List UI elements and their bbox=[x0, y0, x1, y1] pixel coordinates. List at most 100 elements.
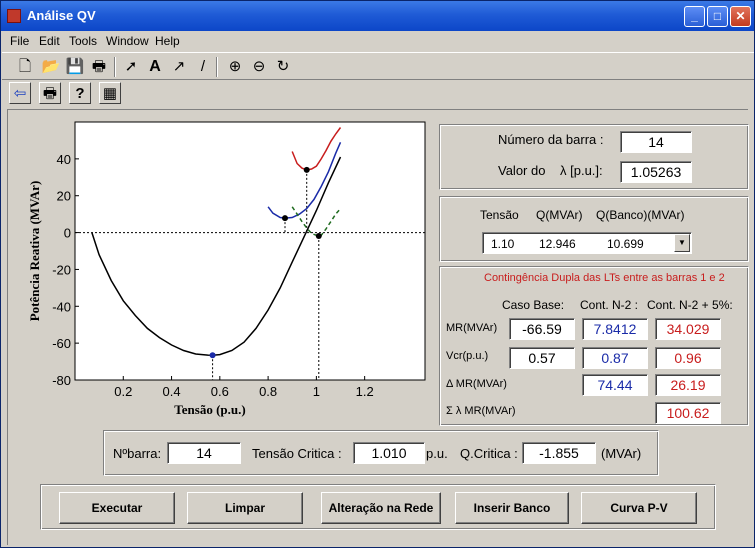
vcr-n2-field[interactable]: 0.87 bbox=[582, 347, 648, 369]
sum-lambda-mr-field[interactable]: 100.62 bbox=[655, 402, 721, 424]
tensao-critica-field[interactable]: 1.010 bbox=[353, 442, 425, 464]
menu-tools[interactable]: Tools bbox=[69, 34, 97, 48]
select-qbanco: 10.699 bbox=[607, 237, 644, 251]
line-icon[interactable]: / bbox=[192, 56, 214, 78]
menu-window[interactable]: Window bbox=[106, 34, 149, 48]
valor-label: Valor do bbox=[498, 163, 546, 178]
menu-help[interactable]: Help bbox=[155, 34, 180, 48]
col-n2-label: Cont. N-2 : bbox=[580, 298, 639, 312]
calculator-icon[interactable]: ▦ bbox=[99, 82, 121, 104]
nbarra-field[interactable]: 14 bbox=[167, 442, 241, 464]
arrow-icon[interactable]: ↗ bbox=[168, 56, 190, 78]
y-tick-label: -80 bbox=[52, 373, 71, 388]
x-tick-label: 0.4 bbox=[163, 384, 181, 399]
numero-field[interactable]: 14 bbox=[620, 131, 692, 153]
toolbar-separator bbox=[216, 57, 218, 77]
table-select[interactable]: 1.10 12.946 10.699 ▼ bbox=[482, 232, 692, 254]
qv-chart: 0.2 0.4 0.6 0.8 1 1.2 -80 -60 -40 -20 0 20 40 Tensão … bbox=[27, 121, 426, 417]
numero-label: Número da barra : bbox=[498, 132, 604, 147]
zoom-out-icon[interactable]: ⊖ bbox=[248, 56, 270, 78]
minimize-button[interactable]: _ bbox=[684, 6, 705, 27]
tensao-critica-label: Tensão Critica : bbox=[252, 446, 342, 461]
alteracao-rede-button[interactable]: Alteração na Rede bbox=[321, 492, 441, 524]
text-icon[interactable]: A bbox=[144, 56, 166, 78]
lambda-label: λ [p.u.]: bbox=[560, 163, 603, 178]
contingency-title: Contingência Dupla das LTs entre as barr… bbox=[484, 272, 725, 284]
print-icon[interactable]: 🖶 bbox=[39, 82, 61, 104]
rotate-icon[interactable]: ↻ bbox=[272, 56, 294, 78]
vcr-n2p-field[interactable]: 0.96 bbox=[655, 347, 721, 369]
open-file-icon[interactable]: 📂 bbox=[40, 56, 62, 78]
menu-edit[interactable]: Edit bbox=[39, 34, 60, 48]
q-header: Q(MVAr) bbox=[536, 208, 583, 222]
critical-point-marker bbox=[303, 166, 310, 173]
y-tick-label: -40 bbox=[52, 299, 71, 314]
print-icon[interactable]: 🖶 bbox=[88, 56, 110, 78]
matlab-logo-icon bbox=[7, 9, 21, 23]
panel-table: Tensão Q(MVAr) Q(Banco)(MVAr) 1.10 12.94… bbox=[439, 196, 749, 262]
x-tick-label: 0.8 bbox=[259, 384, 277, 399]
critical-point-marker bbox=[315, 232, 322, 239]
delta-mr-n2p-field[interactable]: 26.19 bbox=[655, 374, 721, 396]
curva-pv-button[interactable]: Curva P-V bbox=[581, 492, 697, 524]
x-tick-label: 0.2 bbox=[114, 384, 132, 399]
col-base-label: Caso Base: bbox=[502, 298, 565, 312]
lambda-field[interactable]: 1.05263 bbox=[620, 161, 692, 183]
y-tick-label: -60 bbox=[52, 336, 71, 351]
mr-n2p-field[interactable]: 34.029 bbox=[655, 318, 721, 340]
mr-n2-field[interactable]: 7.8412 bbox=[582, 318, 648, 340]
y-axis-label: Potência Reativa (MVAr) bbox=[27, 181, 42, 322]
pu-label: p.u. bbox=[426, 446, 448, 461]
mvar-label: (MVAr) bbox=[601, 446, 642, 461]
app-window: Análise QV _ □ ✕ File Edit Tools Window … bbox=[0, 0, 755, 548]
y-tick-label: -20 bbox=[52, 262, 71, 277]
back-arrow-icon[interactable]: ⇦ bbox=[9, 82, 31, 104]
panel-buttons: Executar Limpar Alteração na Rede Inseri… bbox=[40, 484, 716, 530]
panel-bar-info: Número da barra : 14 Valor do λ [p.u.]: … bbox=[439, 124, 749, 190]
vcr-base-field[interactable]: 0.57 bbox=[509, 347, 575, 369]
toolbar-separator bbox=[114, 57, 116, 77]
qcritica-label: Q.Critica : bbox=[460, 446, 518, 461]
x-axis-label: Tensão (p.u.) bbox=[174, 402, 245, 417]
mr-label: MR(MVAr) bbox=[446, 322, 498, 334]
figure-toolbar: 🗋 📂 💾 🖶 ➚ A ↗ / ⊕ ⊖ ↻ bbox=[2, 52, 754, 80]
main-frame: 0.2 0.4 0.6 0.8 1 1.2 -80 -60 -40 -20 0 20 40 Tensão … bbox=[7, 109, 749, 545]
new-file-icon[interactable]: 🗋 bbox=[14, 56, 36, 78]
title-bar[interactable]: Análise QV _ □ ✕ bbox=[1, 1, 754, 31]
pointer-icon[interactable]: ➚ bbox=[120, 56, 142, 78]
panel-contingency: Contingência Dupla das LTs entre as barr… bbox=[439, 266, 749, 426]
tensao-header: Tensão bbox=[480, 208, 519, 222]
critical-point-marker bbox=[209, 352, 216, 359]
help-icon[interactable]: ? bbox=[69, 82, 91, 104]
vcr-label: Vcr(p.u.) bbox=[446, 350, 489, 362]
select-q: 12.946 bbox=[539, 237, 576, 251]
critical-point-marker bbox=[282, 215, 288, 222]
window-title: Análise QV bbox=[27, 8, 96, 23]
close-button[interactable]: ✕ bbox=[730, 6, 751, 27]
qbanco-header: Q(Banco)(MVAr) bbox=[596, 208, 685, 222]
panel-critical: Nºbarra: 14 Tensão Critica : 1.010 p.u. … bbox=[103, 430, 659, 476]
maximize-button[interactable]: □ bbox=[707, 6, 728, 27]
select-tensao: 1.10 bbox=[491, 237, 515, 251]
y-tick-label: 20 bbox=[57, 189, 71, 204]
y-tick-label: 0 bbox=[64, 226, 71, 241]
zoom-in-icon[interactable]: ⊕ bbox=[224, 56, 246, 78]
delta-mr-n2-field[interactable]: 74.44 bbox=[582, 374, 648, 396]
nbarra-label: Nºbarra: bbox=[113, 446, 162, 461]
inserir-banco-button[interactable]: Inserir Banco bbox=[455, 492, 569, 524]
executar-button[interactable]: Executar bbox=[59, 492, 175, 524]
chevron-down-icon[interactable]: ▼ bbox=[674, 234, 690, 252]
mr-base-field[interactable]: -66.59 bbox=[509, 318, 575, 340]
plot-area bbox=[74, 121, 426, 381]
x-tick-label: 0.6 bbox=[211, 384, 229, 399]
menu-file[interactable]: File bbox=[10, 34, 29, 48]
limpar-button[interactable]: Limpar bbox=[187, 492, 303, 524]
delta-mr-label: Δ MR(MVAr) bbox=[446, 378, 507, 390]
col-n2p-label: Cont. N-2 + 5%: bbox=[647, 298, 733, 312]
x-tick-label: 1 bbox=[313, 384, 320, 399]
menu-bar: File Edit Tools Window Help bbox=[2, 31, 754, 51]
save-icon[interactable]: 💾 bbox=[64, 56, 86, 78]
qcritica-field[interactable]: -1.855 bbox=[522, 442, 596, 464]
x-tick-label: 1.2 bbox=[356, 384, 374, 399]
app-toolbar: ⇦ 🖶 ? ▦ bbox=[2, 81, 754, 107]
